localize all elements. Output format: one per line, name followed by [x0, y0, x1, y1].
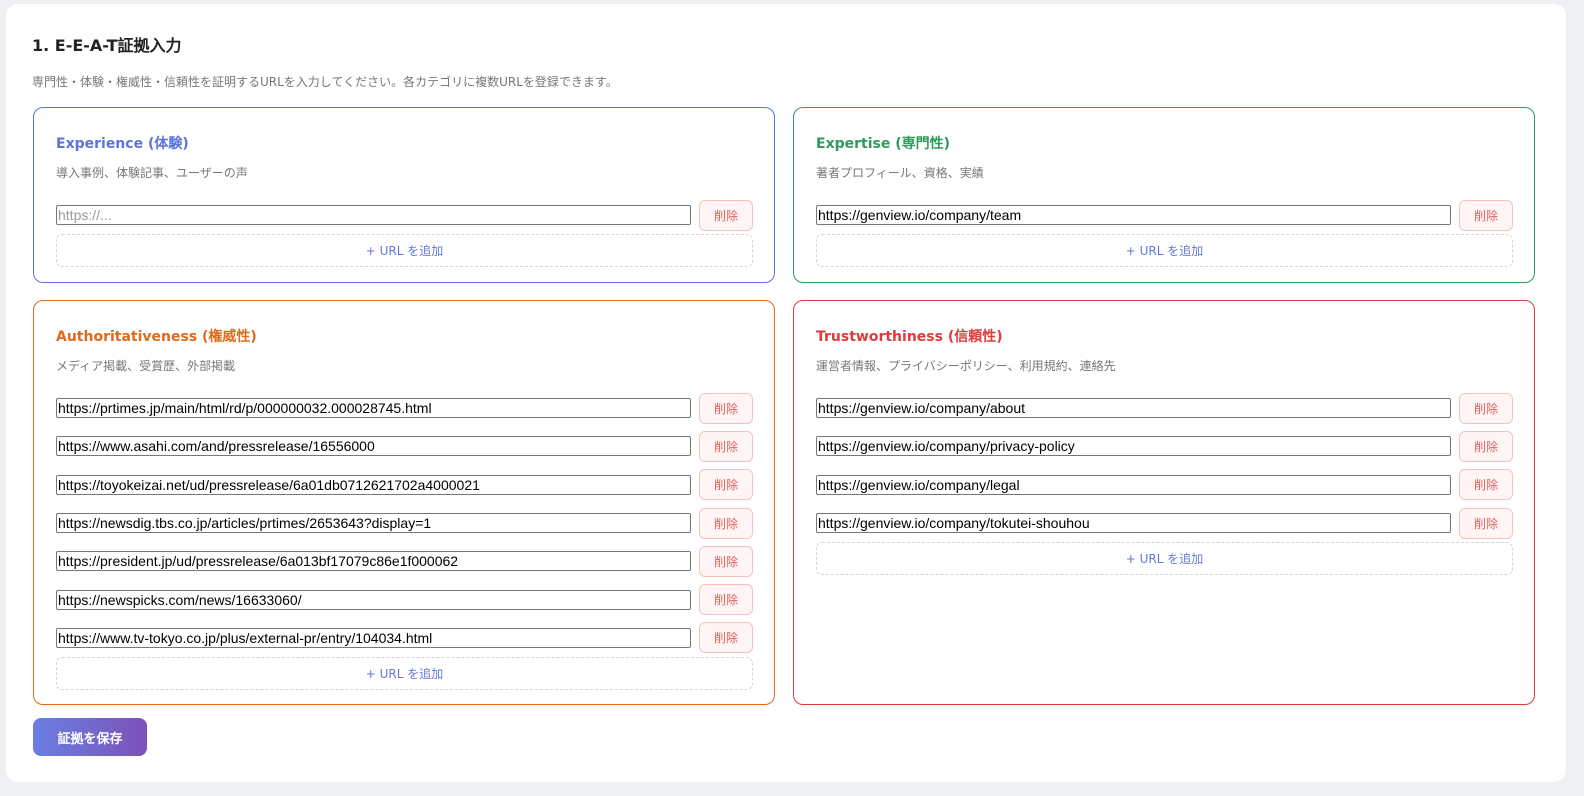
add-url-button[interactable]: + URL を追加: [56, 234, 753, 268]
trustworthiness-url-input[interactable]: [816, 398, 1451, 419]
expertise-description: 著者プロフィール、資格、実績: [816, 166, 984, 180]
expertise-url-input[interactable]: [816, 205, 1451, 226]
authoritativeness-url-input[interactable]: [56, 474, 691, 495]
delete-url-button[interactable]: 削除: [699, 392, 753, 424]
url-row: 削除: [56, 580, 753, 618]
delete-url-button[interactable]: 削除: [1459, 199, 1513, 231]
delete-url-button[interactable]: 削除: [699, 622, 753, 654]
experience-title: Experience (体験): [56, 136, 189, 152]
authoritativeness-card: Authoritativeness (権威性) メディア掲載、受賞歴、外部掲載 …: [33, 300, 775, 705]
experience-card: Experience (体験) 導入事例、体験記事、ユーザーの声 削除+ URL…: [33, 107, 775, 283]
section-description: 専門性・体験・権威性・信頼性を証明するURLを入力してください。各カテゴリに複数…: [32, 75, 618, 89]
expertise-title: Expertise (専門性): [816, 136, 951, 152]
url-row: 削除: [56, 427, 753, 465]
delete-url-button[interactable]: 削除: [699, 469, 753, 501]
experience-description: 導入事例、体験記事、ユーザーの声: [56, 166, 248, 180]
delete-url-button[interactable]: 削除: [699, 507, 753, 539]
url-row: 削除: [56, 389, 753, 427]
trustworthiness-url-input[interactable]: [816, 513, 1451, 534]
authoritativeness-url-input[interactable]: [56, 589, 691, 610]
authoritativeness-url-list: 削除削除削除削除削除削除削除+ URL を追加: [56, 389, 753, 691]
add-url-button[interactable]: + URL を追加: [816, 234, 1513, 268]
trustworthiness-url-input[interactable]: [816, 474, 1451, 495]
url-row: 削除: [816, 466, 1513, 504]
url-row: 削除: [56, 619, 753, 657]
experience-url-input[interactable]: [56, 205, 691, 226]
url-row: 削除: [816, 427, 1513, 465]
trustworthiness-description: 運営者情報、プライバシーポリシー、利用規約、連絡先: [816, 359, 1116, 373]
authoritativeness-url-input[interactable]: [56, 436, 691, 457]
delete-url-button[interactable]: 削除: [699, 584, 753, 616]
url-row: 削除: [816, 389, 1513, 427]
delete-url-button[interactable]: 削除: [699, 199, 753, 231]
authoritativeness-title: Authoritativeness (権威性): [56, 329, 257, 345]
authoritativeness-url-input[interactable]: [56, 627, 691, 648]
url-row: 削除: [56, 466, 753, 504]
expertise-card: Expertise (専門性) 著者プロフィール、資格、実績 削除+ URL を…: [793, 107, 1535, 283]
authoritativeness-url-input[interactable]: [56, 513, 691, 534]
experience-url-list: 削除+ URL を追加: [56, 196, 753, 268]
trustworthiness-url-input[interactable]: [816, 436, 1451, 457]
trustworthiness-title: Trustworthiness (信頼性): [816, 329, 1003, 345]
delete-url-button[interactable]: 削除: [1459, 469, 1513, 501]
delete-url-button[interactable]: 削除: [1459, 507, 1513, 539]
delete-url-button[interactable]: 削除: [1459, 430, 1513, 462]
authoritativeness-description: メディア掲載、受賞歴、外部掲載: [56, 359, 236, 373]
authoritativeness-url-input[interactable]: [56, 398, 691, 419]
trustworthiness-card: Trustworthiness (信頼性) 運営者情報、プライバシーポリシー、利…: [793, 300, 1535, 705]
delete-url-button[interactable]: 削除: [699, 545, 753, 577]
save-evidence-button[interactable]: 証拠を保存: [33, 718, 147, 756]
delete-url-button[interactable]: 削除: [699, 430, 753, 462]
expertise-url-list: 削除+ URL を追加: [816, 196, 1513, 268]
authoritativeness-url-input[interactable]: [56, 551, 691, 572]
eeat-evidence-panel: 1. E-E-A-T証拠入力 専門性・体験・権威性・信頼性を証明するURLを入力…: [6, 4, 1566, 782]
url-row: 削除: [816, 196, 1513, 234]
trustworthiness-url-list: 削除削除削除削除+ URL を追加: [816, 389, 1513, 576]
url-row: 削除: [816, 504, 1513, 542]
url-row: 削除: [56, 542, 753, 580]
section-title: 1. E-E-A-T証拠入力: [32, 36, 182, 55]
add-url-button[interactable]: + URL を追加: [816, 542, 1513, 576]
url-row: 削除: [56, 196, 753, 234]
add-url-button[interactable]: + URL を追加: [56, 657, 753, 691]
url-row: 削除: [56, 504, 753, 542]
delete-url-button[interactable]: 削除: [1459, 392, 1513, 424]
